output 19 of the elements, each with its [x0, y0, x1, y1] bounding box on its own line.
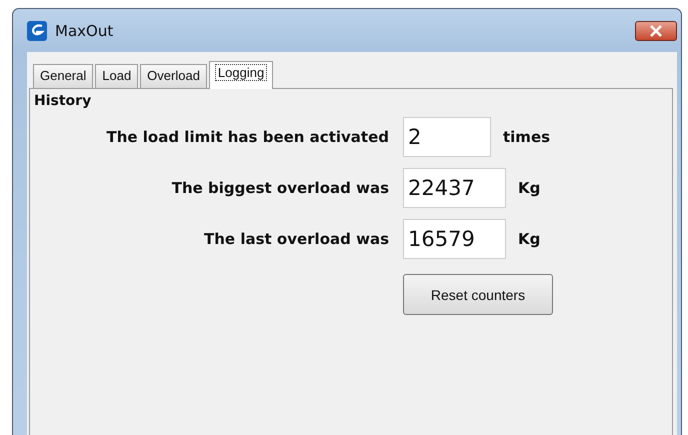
- field-label: The load limit has been activated: [105, 128, 389, 146]
- unit-label: Kg: [518, 230, 540, 248]
- close-icon: [649, 24, 663, 36]
- unit-label: Kg: [518, 179, 540, 197]
- section-heading: History: [34, 93, 92, 109]
- field-label: The last overload was: [203, 230, 389, 248]
- input-field[interactable]: 22437: [403, 168, 506, 208]
- tab[interactable]: Logging: [208, 61, 274, 89]
- tab[interactable]: Load: [95, 64, 138, 88]
- close-button[interactable]: [635, 20, 677, 40]
- window-title: MaxOut: [55, 22, 114, 40]
- app-icon: [27, 20, 47, 40]
- tab[interactable]: General: [33, 64, 94, 88]
- unit-label: times: [503, 128, 550, 146]
- input-field[interactable]: 2: [403, 117, 491, 157]
- input-field[interactable]: 16579: [403, 219, 506, 259]
- field-label: The biggest overload was: [170, 179, 389, 197]
- tab[interactable]: Overload: [140, 64, 207, 88]
- reset-button[interactable]: Reset counters: [403, 274, 553, 315]
